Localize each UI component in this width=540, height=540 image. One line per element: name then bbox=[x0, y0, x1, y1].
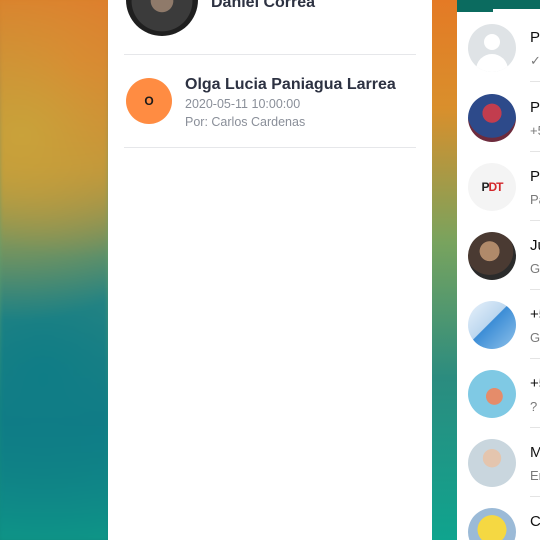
entry-name: Daniel Correa bbox=[211, 0, 316, 11]
chat-row[interactable]: Ju G bbox=[457, 221, 540, 290]
chat-name: Ju bbox=[530, 237, 540, 254]
chat-row[interactable]: +5 G bbox=[457, 290, 540, 359]
wallpaper-left bbox=[0, 0, 108, 540]
chat-name: P bbox=[530, 99, 540, 116]
posts-panel: Daniel Correa O Olga Lucia Paniagua Larr… bbox=[108, 0, 432, 540]
chat-snippet: ✓✓ bbox=[530, 53, 540, 68]
pdt-logo-icon: PDT bbox=[468, 163, 516, 211]
avatar bbox=[468, 439, 516, 487]
avatar bbox=[468, 508, 516, 540]
list-item[interactable]: Daniel Correa bbox=[108, 0, 432, 54]
chat-name: P bbox=[530, 168, 540, 185]
chat-name: P bbox=[530, 29, 540, 46]
chat-list: P ✓✓ P +5 PDT P Pa Ju G +5 G +5 ? M Er bbox=[457, 0, 540, 540]
chat-name: C bbox=[530, 513, 540, 530]
chat-row[interactable]: M Er bbox=[457, 428, 540, 497]
avatar bbox=[126, 0, 198, 36]
chat-name: M bbox=[530, 444, 540, 461]
chat-row[interactable]: PDT P Pa bbox=[457, 152, 540, 221]
wallpaper-strip bbox=[432, 0, 457, 540]
avatar: O bbox=[126, 78, 172, 124]
chat-snippet: G bbox=[530, 261, 540, 276]
list-item[interactable]: O Olga Lucia Paniagua Larrea 2020-05-11 … bbox=[108, 55, 432, 147]
chat-snippet: Er bbox=[530, 468, 540, 483]
chat-name: +5 bbox=[530, 306, 540, 323]
avatar bbox=[468, 370, 516, 418]
avatar bbox=[468, 301, 516, 349]
chat-row[interactable]: P +5 bbox=[457, 83, 540, 152]
entry-name: Olga Lucia Paniagua Larrea bbox=[185, 76, 396, 93]
app-header bbox=[457, 0, 540, 12]
avatar bbox=[468, 232, 516, 280]
divider bbox=[124, 147, 416, 148]
chat-snippet: +5 bbox=[530, 123, 540, 138]
chat-snippet: Pa bbox=[530, 192, 540, 207]
default-avatar-icon bbox=[468, 24, 516, 72]
chat-snippet: G bbox=[530, 330, 540, 345]
entry-datetime: 2020-05-11 10:00:00 bbox=[185, 97, 301, 111]
chat-row[interactable]: +5 ? bbox=[457, 359, 540, 428]
chat-row[interactable]: C + bbox=[457, 497, 540, 540]
chat-name: +5 bbox=[530, 375, 540, 392]
active-tab-indicator bbox=[493, 9, 540, 12]
divider bbox=[530, 81, 540, 82]
chat-snippet: ? bbox=[530, 399, 538, 414]
entry-author: Por: Carlos Cardenas bbox=[185, 115, 306, 129]
avatar bbox=[468, 94, 516, 142]
chat-row[interactable]: P ✓✓ bbox=[457, 13, 540, 82]
